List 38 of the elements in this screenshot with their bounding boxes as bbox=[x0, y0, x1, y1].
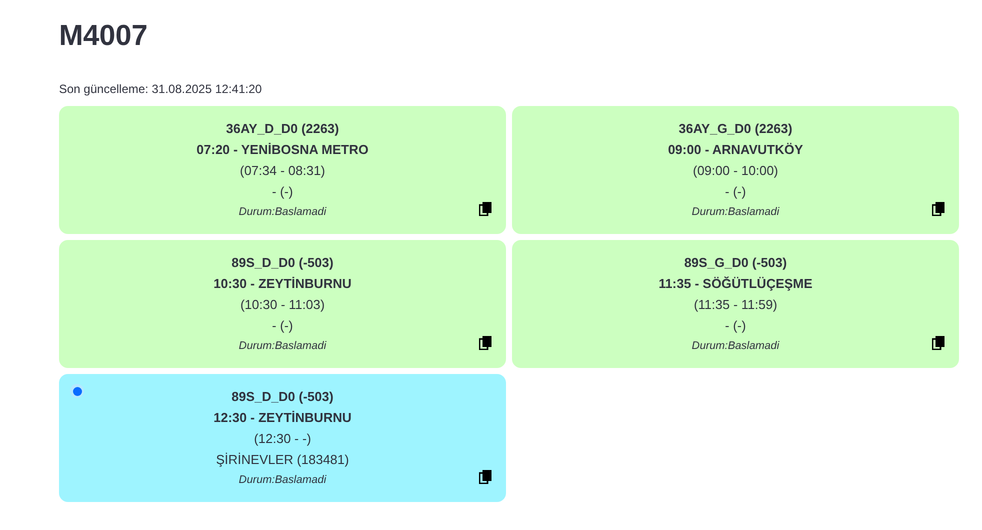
trip-title: 11:35 - SÖĞÜTLÜÇEŞME bbox=[658, 275, 812, 293]
copy-icon[interactable] bbox=[932, 336, 945, 350]
trip-times: (10:30 - 11:03) bbox=[240, 296, 325, 314]
trip-status: Durum:Baslamadi bbox=[238, 339, 326, 354]
route-code: 36AY_G_D0 (2263) bbox=[678, 120, 792, 138]
copy-icon[interactable] bbox=[479, 470, 492, 484]
trip-times: (11:35 - 11:59) bbox=[694, 296, 778, 314]
trip-title: 09:00 - ARNAVUTKÖY bbox=[668, 141, 804, 159]
copy-icon[interactable] bbox=[479, 336, 492, 350]
copy-icon[interactable] bbox=[479, 202, 492, 216]
trip-status: Durum:Baslamadi bbox=[692, 339, 780, 354]
trip-status: Durum:Baslamadi bbox=[238, 473, 326, 488]
trip-location: - (-) bbox=[725, 183, 746, 201]
trip-card[interactable]: 89S_D_D0 (-503) 12:30 - ZEYTİNBURNU (12:30 - -) ŞİRİNEVLER (183481) Durum:Baslamadi bbox=[59, 374, 506, 502]
trip-location: - (-) bbox=[725, 317, 746, 335]
trip-card[interactable]: 36AY_G_D0 (2263) 09:00 - ARNAVUTKÖY (09:00 - 10:00) - (-) Durum:Baslamadi bbox=[512, 106, 959, 234]
route-code: 36AY_D_D0 (2263) bbox=[226, 120, 339, 138]
trip-location: ŞİRİNEVLER (183481) bbox=[216, 451, 349, 469]
trip-times: (07:34 - 08:31) bbox=[240, 162, 326, 180]
trip-times: (09:00 - 10:00) bbox=[692, 162, 778, 180]
last-update-text: Son güncelleme: 31.08.2025 12:41:20 bbox=[59, 81, 263, 97]
trip-title: 10:30 - ZEYTİNBURNU bbox=[214, 275, 352, 293]
status-dot bbox=[70, 384, 84, 398]
trip-status: Durum:Baslamadi bbox=[238, 205, 326, 220]
trip-location: - (-) bbox=[272, 183, 293, 201]
page-title: M4007 bbox=[59, 19, 149, 54]
trip-times: (12:30 - -) bbox=[254, 430, 312, 448]
trip-location: - (-) bbox=[272, 317, 293, 335]
trip-card[interactable]: 36AY_D_D0 (2263) 07:20 - YENİBOSNA METRO (07:34 - 08:31) - (-) Durum:Baslamadi bbox=[59, 106, 506, 234]
route-code: 89S_G_D0 (-503) bbox=[684, 254, 787, 272]
route-code: 89S_D_D0 (-503) bbox=[232, 388, 334, 406]
trip-title: 07:20 - YENİBOSNA METRO bbox=[196, 141, 368, 159]
copy-icon[interactable] bbox=[932, 202, 945, 216]
trip-card[interactable]: 89S_G_D0 (-503) 11:35 - SÖĞÜTLÜÇEŞME (11:35 - 11:59) - (-) Durum:Baslamadi bbox=[512, 240, 959, 368]
route-code: 89S_D_D0 (-503) bbox=[232, 254, 334, 272]
trip-title: 12:30 - ZEYTİNBURNU bbox=[214, 409, 352, 427]
trip-status: Durum:Baslamadi bbox=[692, 205, 780, 220]
trip-card[interactable]: 89S_D_D0 (-503) 10:30 - ZEYTİNBURNU (10:30 - 11:03) - (-) Durum:Baslamadi bbox=[59, 240, 506, 368]
